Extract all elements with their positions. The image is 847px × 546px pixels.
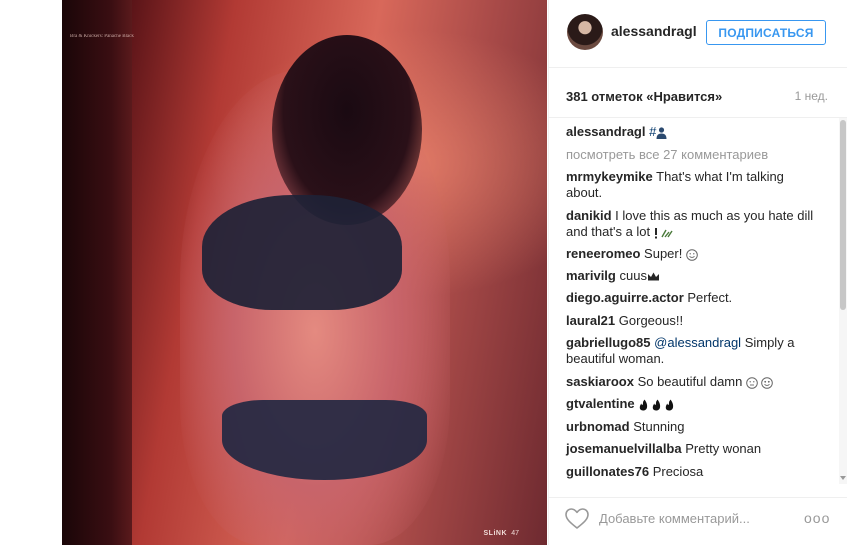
fire-emoji-icon — [640, 399, 674, 411]
comment-username[interactable]: gabriellugo85 — [566, 335, 651, 350]
crown-emoji-icon — [647, 272, 659, 281]
post-stats: 381 отметок «Нравится» 1 нед. — [549, 67, 847, 118]
comment-username[interactable]: josemanuelvillalba — [566, 441, 682, 456]
comment-text: Stunning — [633, 419, 685, 434]
photo-figure-bottom — [222, 400, 427, 480]
comment-text: Preciosa — [652, 464, 704, 479]
comment-username[interactable]: marivilg — [566, 268, 616, 283]
comment-username[interactable]: gtvalentine — [566, 396, 635, 411]
comment-item: marivilg cuus — [566, 268, 816, 284]
post-time[interactable]: 1 нед. — [795, 89, 828, 103]
comment-username[interactable]: reneeromeo — [566, 246, 640, 261]
comment-text: Perfect. — [687, 290, 733, 305]
add-comment-input[interactable] — [599, 506, 779, 530]
comment-item: danikid I love this as much as you hate … — [566, 208, 816, 240]
comment-item: mrmykeymike That's what I'm talking abou… — [566, 169, 816, 201]
comment-item: urbnomad Stunning — [566, 419, 816, 435]
comment-text: Pretty wonan — [685, 441, 762, 456]
post-footer: ooo — [549, 497, 847, 546]
scrollbar-thumb[interactable] — [840, 120, 846, 310]
more-options-button[interactable]: ooo — [804, 508, 830, 528]
view-all-comments-link[interactable]: посмотреть все 27 комментариев — [566, 147, 816, 163]
post-photo-pane: Bra & Knickers: Panache Black SLiNK 47 — [0, 0, 547, 545]
comment-item: laural21 Gorgeous!! — [566, 313, 816, 329]
comment-username[interactable]: laural21 — [566, 313, 615, 328]
post-header: alessandragl ПОДПИСАТЬСЯ — [549, 0, 847, 68]
photo-figure-top — [202, 195, 402, 310]
person-emoji-icon — [656, 126, 667, 139]
comment-username[interactable]: saskiaroox — [566, 374, 634, 389]
comment-item: gabriellugo85 @alessandragl Simply a bea… — [566, 335, 816, 367]
magazine-logo: SLiNK — [483, 530, 507, 537]
like-heart-icon[interactable] — [564, 506, 590, 532]
smile-emoji-icon — [686, 248, 698, 261]
comment-text: Gorgeous!! — [618, 313, 684, 328]
comment-text: Super! — [644, 246, 686, 261]
comment-username[interactable]: urbnomad — [566, 419, 630, 434]
comment-mention[interactable]: @alessandragl — [654, 335, 741, 350]
magazine-credit: Bra & Knickers: Panache Black — [70, 34, 134, 39]
post-sidebar: alessandragl ПОДПИСАТЬСЯ 381 отметок «Нр… — [548, 0, 847, 545]
comment-item: reneeromeo Super! — [566, 246, 816, 262]
comment-item: josemanuelvillalba Pretty wonan — [566, 441, 816, 457]
comment-item: gtvalentine — [566, 396, 816, 412]
scroll-down-arrow-icon[interactable] — [840, 476, 846, 480]
comments-scrollbar[interactable] — [839, 118, 847, 484]
comment-username[interactable]: danikid — [566, 208, 612, 223]
comment-item: diego.aguirre.actor Perfect. — [566, 290, 816, 306]
photo-door — [62, 0, 132, 545]
comments-list: alessandragl # посмотреть все 27 коммент… — [549, 118, 839, 498]
likes-count[interactable]: 381 отметок «Нравится» — [566, 89, 722, 104]
follow-button[interactable]: ПОДПИСАТЬСЯ — [706, 20, 826, 45]
magazine-page-number: 47 — [511, 530, 519, 537]
comment-username[interactable]: guillonates76 — [566, 464, 649, 479]
caption: alessandragl # — [566, 124, 816, 140]
caption-username[interactable]: alessandragl — [566, 124, 646, 139]
comment-username[interactable]: diego.aguirre.actor — [566, 290, 684, 305]
comment-text: cuus — [619, 268, 647, 283]
comment-text: So beautiful damn — [637, 374, 746, 389]
comment-username[interactable]: mrmykeymike — [566, 169, 653, 184]
post-photo[interactable]: Bra & Knickers: Panache Black SLiNK 47 — [62, 0, 547, 545]
header-username[interactable]: alessandragl — [611, 23, 697, 39]
emoji-icon — [654, 227, 673, 239]
avatar[interactable] — [567, 14, 603, 50]
comment-item: guillonates76 Preciosa — [566, 464, 816, 480]
comment-item: saskiaroox So beautiful damn — [566, 374, 816, 390]
emoji-icon — [746, 376, 773, 389]
caption-hashtag[interactable]: # — [649, 124, 656, 139]
